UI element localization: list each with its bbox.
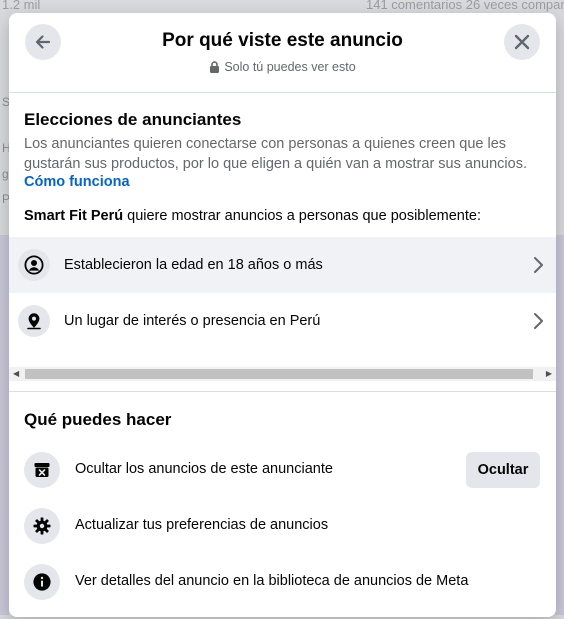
hide-button[interactable]: Ocultar bbox=[466, 452, 540, 488]
reason-label: Establecieron la edad en 18 años o más bbox=[64, 257, 323, 273]
action-label: Ver detalles del anuncio en la bibliotec… bbox=[75, 573, 469, 589]
background-comment-share-count: 141 comentarios 26 veces compartido bbox=[366, 0, 564, 12]
close-button[interactable] bbox=[504, 24, 540, 60]
dialog-title: Por qué viste este anuncio bbox=[162, 30, 403, 51]
advertiser-name: Smart Fit Perú bbox=[24, 208, 124, 224]
privacy-note: Solo tú puedes ver esto bbox=[9, 60, 556, 74]
reason-row-location[interactable]: Un lugar de interés o presencia en Perú bbox=[9, 293, 556, 349]
scroll-left-arrow-icon[interactable]: ◀ bbox=[13, 369, 19, 379]
action-ad-library[interactable]: Ver detalles del anuncio en la bibliotec… bbox=[9, 552, 556, 608]
action-hide-advertiser: Ocultar los anuncios de este anunciante … bbox=[9, 440, 556, 496]
background-side-text: S H gi P bbox=[0, 95, 11, 615]
action-update-preferences[interactable]: Actualizar tus preferencias de anuncios bbox=[9, 496, 556, 552]
how-it-works-link[interactable]: Cómo funciona bbox=[24, 174, 130, 190]
location-pin-icon bbox=[18, 305, 50, 337]
targeting-sentence: Smart Fit Perú quiere mostrar anuncios a… bbox=[24, 208, 481, 224]
chevron-right-icon bbox=[534, 313, 543, 329]
section-divider bbox=[9, 391, 556, 392]
scrollbar-thumb[interactable] bbox=[25, 369, 533, 379]
dialog-header: Por qué viste este anuncio Solo tú puede… bbox=[9, 13, 556, 93]
actions-section-title: Qué puedes hacer bbox=[24, 410, 172, 429]
background-top-strip: 1.2 mil 141 comentarios 26 veces compart… bbox=[0, 0, 564, 14]
action-label: Actualizar tus preferencias de anuncios bbox=[75, 517, 329, 533]
section-description: Los anunciantes quieren conectarse con p… bbox=[24, 136, 527, 172]
background-reactions-count: 1.2 mil bbox=[2, 0, 41, 12]
section-title: Elecciones de anunciantes bbox=[24, 110, 242, 129]
gear-icon bbox=[24, 508, 60, 544]
privacy-text: Solo tú puedes ver esto bbox=[224, 60, 356, 74]
horizontal-scrollbar[interactable]: ◀ ▶ bbox=[9, 367, 556, 381]
chevron-right-icon bbox=[534, 257, 543, 273]
background-image-right bbox=[555, 235, 564, 615]
hide-ad-icon bbox=[24, 452, 60, 488]
lock-icon bbox=[210, 61, 220, 73]
scroll-right-arrow-icon[interactable]: ▶ bbox=[546, 369, 552, 379]
person-icon bbox=[18, 249, 50, 281]
why-this-ad-dialog: Por qué viste este anuncio Solo tú puede… bbox=[9, 13, 556, 617]
targeting-sentence-rest: quiere mostrar anuncios a personas que p… bbox=[123, 208, 481, 224]
reason-row-age[interactable]: Establecieron la edad en 18 años o más bbox=[9, 237, 556, 293]
info-icon bbox=[24, 564, 60, 600]
reason-label: Un lugar de interés o presencia en Perú bbox=[64, 313, 321, 329]
action-label: Ocultar los anuncios de este anunciante bbox=[75, 461, 333, 477]
close-icon bbox=[514, 34, 530, 50]
